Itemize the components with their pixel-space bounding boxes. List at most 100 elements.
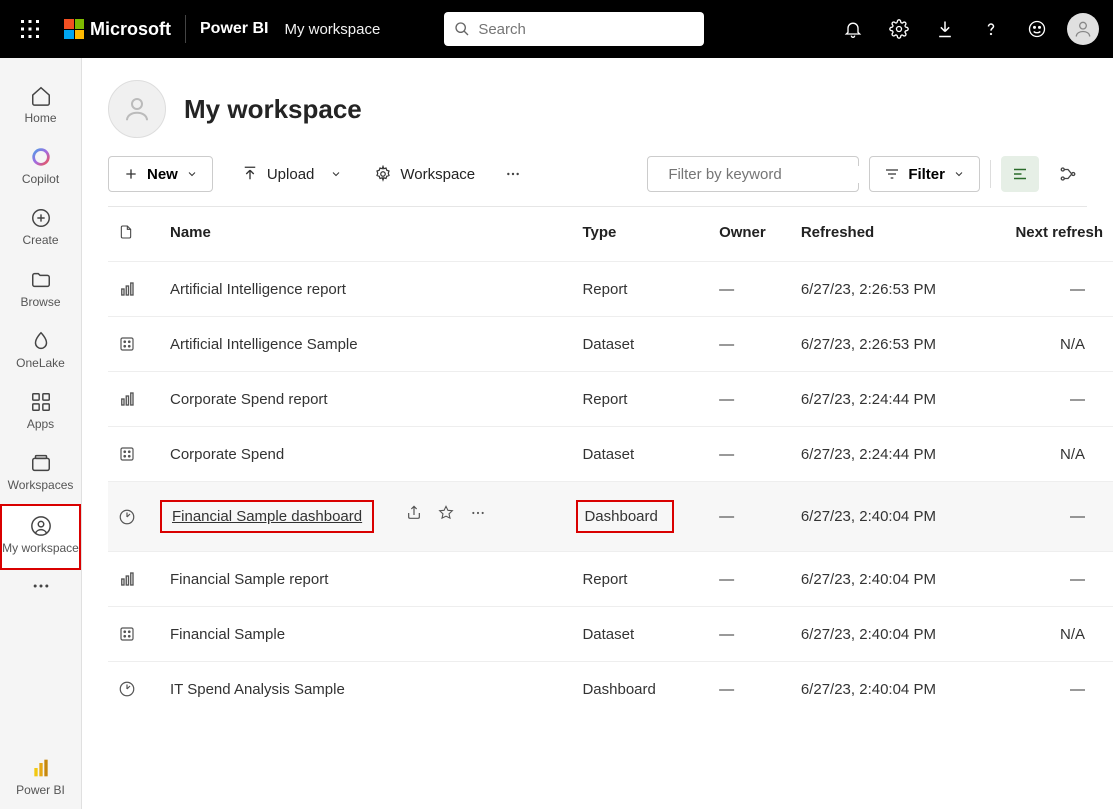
item-name[interactable]: Artificial Intelligence report: [170, 281, 346, 298]
item-next-refresh: —: [981, 662, 1113, 717]
item-refreshed: 6/27/23, 2:40:04 PM: [791, 607, 981, 662]
global-search[interactable]: [444, 12, 704, 46]
item-type: Report: [582, 391, 627, 408]
row-more-icon[interactable]: [470, 505, 486, 521]
item-next-refresh: —: [981, 262, 1113, 317]
feedback-icon[interactable]: [1017, 9, 1057, 49]
nav-browse[interactable]: Browse: [0, 260, 81, 321]
copilot-icon: [29, 145, 53, 169]
table-row[interactable]: Artificial Intelligence report Report — …: [108, 262, 1113, 317]
lineage-view-toggle[interactable]: [1049, 156, 1087, 192]
table-row[interactable]: Artificial Intelligence Sample Dataset —…: [108, 317, 1113, 372]
table-row[interactable]: Corporate Spend Dataset — 6/27/23, 2:24:…: [108, 427, 1113, 482]
item-refreshed: 6/27/23, 2:26:53 PM: [791, 262, 981, 317]
item-refreshed: 6/27/23, 2:24:44 PM: [791, 372, 981, 427]
item-name[interactable]: Artificial Intelligence Sample: [170, 336, 358, 353]
workspace-avatar: [108, 80, 166, 138]
item-owner: —: [709, 317, 791, 372]
item-type: Report: [582, 281, 627, 298]
table-row[interactable]: IT Spend Analysis Sample Dashboard — 6/2…: [108, 662, 1113, 717]
app-launcher-icon[interactable]: [10, 9, 50, 49]
item-name[interactable]: Corporate Spend: [170, 446, 284, 463]
more-icon: [29, 574, 53, 598]
item-next-refresh: —: [981, 552, 1113, 607]
topbar: Microsoft Power BI My workspace: [0, 0, 1113, 58]
item-name[interactable]: Corporate Spend report: [170, 391, 328, 408]
nav-home[interactable]: Home: [0, 76, 81, 137]
share-icon[interactable]: [406, 505, 422, 521]
favorite-icon[interactable]: [438, 505, 454, 521]
toolbar-more[interactable]: [503, 160, 523, 188]
nav-onelake[interactable]: OneLake: [0, 321, 81, 382]
col-next-refresh[interactable]: Next refresh: [981, 207, 1113, 262]
file-icon: [118, 223, 134, 241]
nav-workspaces[interactable]: Workspaces: [0, 443, 81, 504]
item-type-icon: [108, 427, 160, 482]
list-view-toggle[interactable]: [1001, 156, 1039, 192]
breadcrumb[interactable]: My workspace: [284, 21, 380, 38]
item-refreshed: 6/27/23, 2:40:04 PM: [791, 552, 981, 607]
item-owner: —: [709, 262, 791, 317]
table-row[interactable]: Financial Sample Dataset — 6/27/23, 2:40…: [108, 607, 1113, 662]
home-icon: [29, 84, 53, 108]
item-name[interactable]: Financial Sample dashboard: [172, 508, 362, 525]
apps-icon: [29, 390, 53, 414]
item-owner: —: [709, 427, 791, 482]
workspaces-icon: [29, 451, 53, 475]
notifications-icon[interactable]: [833, 9, 873, 49]
item-name[interactable]: Financial Sample report: [170, 571, 328, 588]
onelake-icon: [29, 329, 53, 353]
item-refreshed: 6/27/23, 2:26:53 PM: [791, 317, 981, 372]
item-name[interactable]: Financial Sample: [170, 626, 285, 643]
items-table: Name Type Owner Refreshed Next refresh A…: [108, 207, 1113, 716]
search-input[interactable]: [478, 21, 694, 38]
item-refreshed: 6/27/23, 2:40:04 PM: [791, 482, 981, 552]
item-next-refresh: N/A: [981, 427, 1113, 482]
download-icon[interactable]: [925, 9, 965, 49]
filter-keyword-input[interactable]: [668, 166, 867, 183]
account-avatar[interactable]: [1063, 9, 1103, 49]
item-type-icon: [108, 552, 160, 607]
item-type: Dataset: [582, 336, 634, 353]
table-row[interactable]: Financial Sample dashboard Dashboard — 6…: [108, 482, 1113, 552]
upload-button[interactable]: Upload: [237, 159, 347, 189]
list-icon: [1011, 165, 1029, 183]
folder-icon: [29, 268, 53, 292]
main-content: My workspace New Upload Workspace: [82, 58, 1113, 809]
nav-apps[interactable]: Apps: [0, 382, 81, 443]
nav-power-bi[interactable]: Power BI: [0, 748, 81, 809]
col-name[interactable]: Name: [160, 207, 572, 262]
item-name[interactable]: IT Spend Analysis Sample: [170, 681, 345, 698]
chevron-down-icon: [953, 168, 965, 180]
settings-icon[interactable]: [879, 9, 919, 49]
help-icon[interactable]: [971, 9, 1011, 49]
nav-more[interactable]: [0, 570, 81, 602]
divider: [185, 15, 186, 43]
filter-icon: [884, 166, 900, 182]
item-next-refresh: —: [981, 482, 1113, 552]
table-row[interactable]: Corporate Spend report Report — 6/27/23,…: [108, 372, 1113, 427]
divider: [990, 160, 991, 188]
item-type: Dashboard: [576, 500, 673, 533]
nav-create[interactable]: Create: [0, 198, 81, 259]
page-title: My workspace: [184, 94, 362, 125]
item-type-icon: [108, 482, 160, 552]
item-owner: —: [709, 607, 791, 662]
item-type-icon: [108, 372, 160, 427]
nav-my-workspace[interactable]: My workspace: [0, 504, 81, 569]
product-label: Power BI: [200, 20, 268, 38]
col-type[interactable]: Type: [572, 207, 709, 262]
item-type: Dashboard: [582, 681, 655, 698]
item-type: Dataset: [582, 626, 634, 643]
col-refreshed[interactable]: Refreshed: [791, 207, 981, 262]
item-refreshed: 6/27/23, 2:40:04 PM: [791, 662, 981, 717]
filter-input[interactable]: [647, 156, 859, 192]
new-button[interactable]: New: [108, 156, 213, 192]
nav-copilot[interactable]: Copilot: [0, 137, 81, 198]
col-owner[interactable]: Owner: [709, 207, 791, 262]
workspace-settings-button[interactable]: Workspace: [370, 159, 479, 189]
filter-button[interactable]: Filter: [869, 156, 980, 192]
item-refreshed: 6/27/23, 2:24:44 PM: [791, 427, 981, 482]
plus-icon: [123, 166, 139, 182]
table-row[interactable]: Financial Sample report Report — 6/27/23…: [108, 552, 1113, 607]
